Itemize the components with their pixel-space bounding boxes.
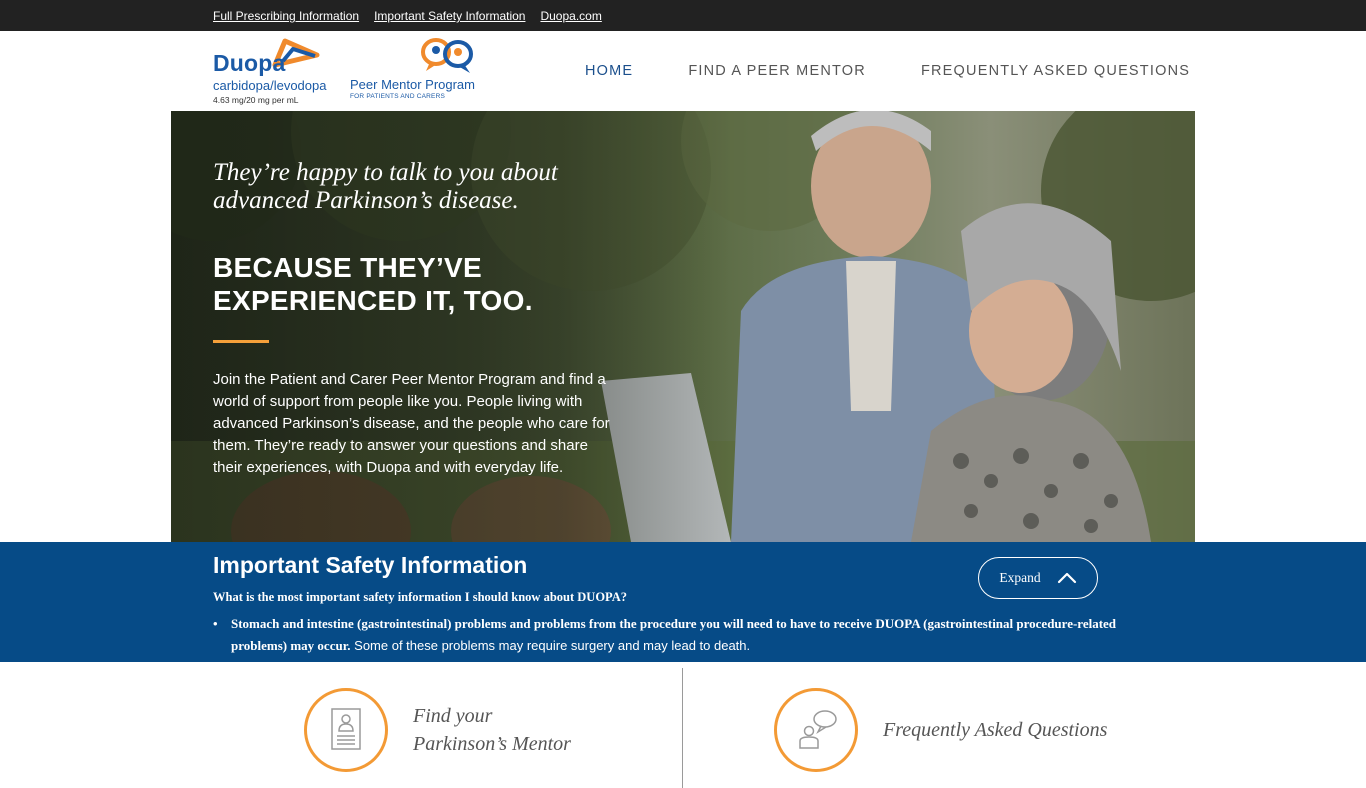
utility-bar: Full Prescribing Information Important S… [0,0,1366,31]
speech-bubbles-logo-icon [421,38,473,73]
important-safety-info-link[interactable]: Important Safety Information [374,9,525,23]
duopa-com-link[interactable]: Duopa.com [540,9,601,23]
find-mentor-label: Find your Parkinson’s Mentor [413,702,571,758]
site-header: Duopa carbidopa/levodopa 4.63 mg/20 mg p… [0,31,1366,111]
main-nav: HOME FIND A PEER MENTOR FREQUENTLY ASKED… [585,63,1190,79]
hero-headline: BECAUSE THEY’VE EXPERIENCED IT, TOO. [213,251,633,317]
hero-body-text: Join the Patient and Carer Peer Mentor P… [213,371,610,476]
isi-bullet-text: Stomach and intestine (gastrointestinal)… [231,613,1143,657]
hero-headline-line2: EXPERIENCED IT, TOO. [213,285,533,316]
isi-expand-button[interactable]: Expand [978,557,1098,599]
mentor-profile-glyph [331,708,361,750]
hero-headline-line1: BECAUSE THEY’VE [213,252,482,283]
isi-bullet-item: • Stomach and intestine (gastrointestina… [213,613,1143,657]
faq-chat-icon [774,688,858,772]
duopa-dose: 4.63 mg/20 mg per mL [213,95,299,105]
duopa-logo[interactable]: Duopa carbidopa/levodopa 4.63 mg/20 mg p… [213,37,328,105]
bullet-icon: • [213,616,218,631]
hero-accent-rule [213,340,269,343]
isi-question: What is the most important safety inform… [213,590,628,604]
pmp-title: Peer Mentor Program [350,77,475,92]
hero-banner: They’re happy to talk to you about advan… [171,111,1195,542]
utility-links: Full Prescribing Information Important S… [213,9,602,23]
hero-tagline: They’re happy to talk to you about advan… [213,159,558,214]
duopa-brand-name: Duopa [213,50,286,76]
peer-mentor-program-logo[interactable]: Peer Mentor Program FOR PATIENTS AND CAR… [350,37,485,103]
feature-links: Find your Parkinson’s Mentor Frequently … [0,662,1366,788]
isi-title: Important Safety Information [213,552,528,578]
nav-faq[interactable]: FREQUENTLY ASKED QUESTIONS [921,63,1190,79]
duopa-generic-name: carbidopa/levodopa [213,78,327,93]
chevron-up-icon [1057,572,1076,584]
faq-label: Frequently Asked Questions [883,719,1108,741]
feature-divider [682,668,683,788]
nav-find-peer-mentor[interactable]: FIND A PEER MENTOR [688,63,866,79]
nav-home[interactable]: HOME [585,63,633,79]
full-prescribing-info-link[interactable]: Full Prescribing Information [213,9,359,23]
mentor-profile-icon [304,688,388,772]
find-mentor-line2: Parkinson’s Mentor [413,733,571,755]
find-mentor-line1: Find your [413,705,493,727]
expand-label: Expand [999,570,1041,585]
faq-chat-glyph [799,710,837,749]
isi-bullet-regular: Some of these problems may require surge… [350,638,751,653]
pmp-subtitle: FOR PATIENTS AND CARERS [350,93,446,100]
faq-feature[interactable]: Frequently Asked Questions [774,688,1107,772]
important-safety-information-panel: Important Safety Information What is the… [0,542,1366,662]
find-mentor-feature[interactable]: Find your Parkinson’s Mentor [304,688,571,772]
